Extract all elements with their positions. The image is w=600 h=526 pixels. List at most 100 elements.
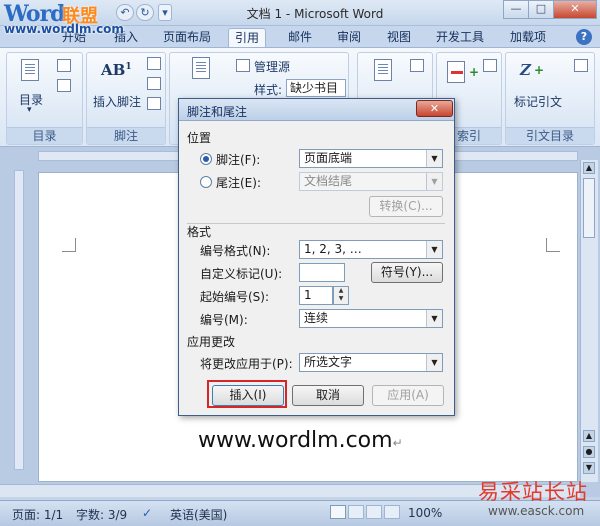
print-layout-icon[interactable] xyxy=(330,505,346,519)
web-layout-icon[interactable] xyxy=(366,505,382,519)
vertical-ruler xyxy=(14,170,24,470)
apply-button: 应用(A) xyxy=(372,385,444,406)
add-text-icon[interactable] xyxy=(57,59,71,72)
logo-url: www.wordlm.com xyxy=(4,22,124,36)
tab-developer[interactable]: 开发工具 xyxy=(430,28,490,48)
style-select[interactable]: 缺少书目 xyxy=(286,79,346,97)
toc-icon xyxy=(21,59,39,81)
plus-icon: + xyxy=(534,63,545,77)
chevron-down-icon: ▾ xyxy=(27,105,32,115)
tab-addins[interactable]: 加载项 xyxy=(504,28,552,48)
minimize-button[interactable]: — xyxy=(503,0,529,19)
start-at-label: 起始编号(S): xyxy=(200,290,270,304)
style-label: 样式: xyxy=(254,83,283,97)
status-language[interactable]: 英语(美国) xyxy=(170,506,227,523)
help-icon[interactable]: ? xyxy=(576,29,592,45)
chevron-down-icon: ▼ xyxy=(426,310,442,327)
zoom-level[interactable]: 100% xyxy=(408,506,442,520)
footnote-ab-icon: AB1 xyxy=(101,61,132,79)
window-title: 文档 1 - Microsoft Word xyxy=(246,7,384,21)
outline-icon[interactable] xyxy=(384,505,400,519)
custom-mark-input[interactable] xyxy=(299,263,345,282)
crop-mark xyxy=(546,238,560,252)
mark-citation-icon: Z xyxy=(520,61,531,79)
chevron-down-icon: ▼ xyxy=(426,173,442,190)
group-toc: 目录 ▾ 目录 xyxy=(6,52,83,145)
insert-toa-icon[interactable] xyxy=(574,59,588,72)
vertical-scrollbar[interactable]: ▲ ▲ ● ▼ xyxy=(580,160,598,482)
numbering-select[interactable]: 连续 ▼ xyxy=(299,309,443,328)
manage-sources-icon xyxy=(236,59,250,72)
numbering-label: 编号(M): xyxy=(200,313,248,327)
manage-sources-button[interactable]: 管理源 xyxy=(254,58,290,75)
tab-page-layout[interactable]: 页面布局 xyxy=(157,28,217,48)
redo-icon[interactable]: ↻ xyxy=(136,4,154,21)
group-toa: Z + 标记引文 引文目录 xyxy=(505,52,595,145)
apply-to-select[interactable]: 所选文字 ▼ xyxy=(299,353,443,372)
tab-view[interactable]: 视图 xyxy=(381,28,417,48)
plus-icon: + xyxy=(469,65,480,79)
prev-page-icon[interactable]: ▲ xyxy=(583,430,595,442)
document-text[interactable]: www.wordlm.com↵ xyxy=(198,428,403,453)
apply-section-title: 应用更改 xyxy=(187,335,236,349)
symbol-button[interactable]: 符号(Y)... xyxy=(371,262,443,283)
insert-button-highlight xyxy=(207,380,287,408)
close-icon[interactable]: ✕ xyxy=(416,100,453,117)
apply-to-label: 将更改应用于(P): xyxy=(200,357,293,371)
footnote-position-select[interactable]: 页面底端 ▼ xyxy=(299,149,443,168)
number-format-select[interactable]: 1, 2, 3, … ▼ xyxy=(299,240,443,259)
convert-button: 转换(C)... xyxy=(369,196,443,217)
scroll-thumb[interactable] xyxy=(583,178,595,238)
update-table-icon[interactable] xyxy=(57,79,71,92)
mark-entry-icon xyxy=(447,61,465,83)
status-words[interactable]: 字数: 3/9 xyxy=(76,506,127,523)
next-page-icon[interactable]: ▼ xyxy=(583,462,595,474)
cancel-button[interactable]: 取消 xyxy=(292,385,364,406)
qat-dropdown-icon[interactable]: ▾ xyxy=(158,4,172,21)
watermark-url: www.easck.com xyxy=(488,504,585,518)
footnote-label: 脚注(F): xyxy=(216,153,261,167)
tab-review[interactable]: 审阅 xyxy=(331,28,367,48)
insert-footnote-button[interactable]: 插入脚注 xyxy=(93,93,141,110)
chevron-down-icon: ▼ xyxy=(426,241,442,258)
group-footnotes: AB1 插入脚注 脚注 xyxy=(86,52,166,145)
next-footnote-icon[interactable] xyxy=(147,77,161,90)
location-section-title: 位置 xyxy=(187,131,212,145)
dialog-title: 脚注和尾注 xyxy=(187,105,248,119)
insert-table-of-figures-icon[interactable] xyxy=(410,59,424,72)
footnotes-group-label: 脚注 xyxy=(87,127,165,144)
browse-object-icon[interactable]: ● xyxy=(583,446,595,458)
full-screen-reading-icon[interactable] xyxy=(348,505,364,519)
endnote-radio[interactable] xyxy=(200,176,212,188)
show-notes-icon[interactable] xyxy=(147,97,161,110)
endnote-position-select: 文档结尾 ▼ xyxy=(299,172,443,191)
divider xyxy=(187,223,445,224)
chevron-down-icon: ▼ xyxy=(426,354,442,371)
custom-mark-label: 自定义标记(U): xyxy=(200,267,283,281)
maximize-button[interactable]: □ xyxy=(528,0,554,19)
undo-icon[interactable]: ↶ xyxy=(116,4,134,21)
watermark-text: 易采站长站 xyxy=(478,480,588,504)
mark-citation-button[interactable]: 标记引文 xyxy=(514,93,562,110)
insert-citation-icon xyxy=(192,57,210,79)
close-window-button[interactable]: ✕ xyxy=(553,0,597,19)
insert-index-icon[interactable] xyxy=(483,59,497,72)
chevron-down-icon: ▼ xyxy=(426,150,442,167)
start-at-stepper[interactable]: ▲ ▼ xyxy=(333,286,349,305)
status-page[interactable]: 页面: 1/1 xyxy=(12,506,63,523)
endnote-label: 尾注(E): xyxy=(216,176,261,190)
start-at-input[interactable]: 1 xyxy=(299,286,333,305)
proofing-icon[interactable]: ✓ xyxy=(142,506,152,520)
insert-caption-icon xyxy=(374,59,392,81)
crop-mark xyxy=(62,238,76,252)
tab-mailings[interactable]: 邮件 xyxy=(282,28,318,48)
tab-references[interactable]: 引用 xyxy=(228,28,267,48)
footnote-endnote-dialog: 脚注和尾注 ✕ 位置 脚注(F): 页面底端 ▼ 尾注(E): 文档结尾 ▼ 转换(… xyxy=(178,98,455,416)
format-section-title: 格式 xyxy=(187,225,212,239)
toc-group-label: 目录 xyxy=(7,127,82,144)
toa-group-label: 引文目录 xyxy=(506,127,594,144)
footnote-radio[interactable] xyxy=(200,153,212,165)
insert-endnote-icon[interactable] xyxy=(147,57,161,70)
number-format-label: 编号格式(N): xyxy=(200,244,271,258)
scroll-up-icon[interactable]: ▲ xyxy=(583,162,595,174)
